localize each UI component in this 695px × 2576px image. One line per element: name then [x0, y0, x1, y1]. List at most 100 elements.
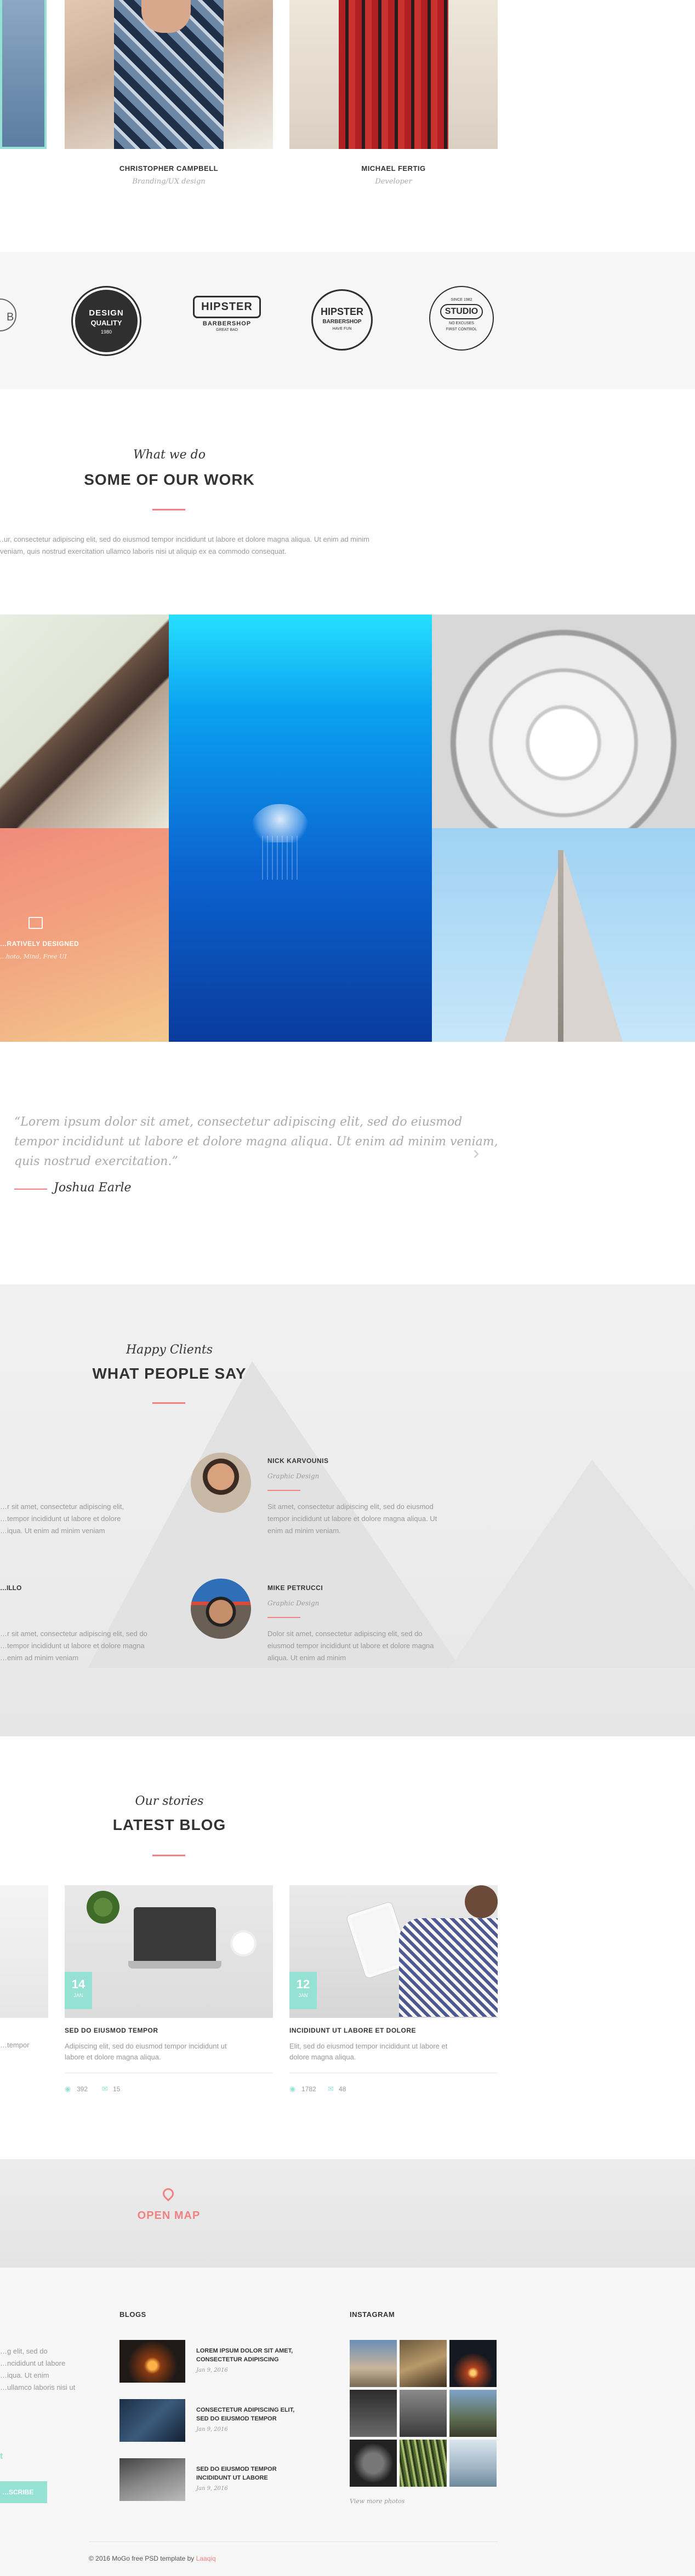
client-text: tempor incididunt ut labore et dolore ma…	[267, 1514, 437, 1523]
blog-excerpt-partial: …tempor	[0, 2041, 30, 2049]
portfolio-jellyfish[interactable]	[169, 615, 432, 1042]
client-text-partial: …tempor incididunt ut labore et dolore m…	[0, 1642, 145, 1650]
logo-text: BARBERSHOP	[322, 319, 362, 325]
logo-text: DESIGN	[89, 308, 124, 318]
team-member-name: CHRISTOPHER CAMPBELL	[119, 164, 219, 173]
client-text: eiusmod tempor incididunt ut labore et d…	[267, 1642, 434, 1650]
footer-blog-title[interactable]: SED DO EIUSMOD TEMPOR	[196, 2416, 277, 2422]
footer-blog-title[interactable]: LOREM IPSUM DOLOR SIT AMET,	[196, 2348, 293, 2354]
instagram-photo[interactable]	[400, 2440, 447, 2487]
logo-text: GREAT BAD	[216, 328, 238, 332]
client-text-partial: …iqua. Ut enim ad minim veniam	[0, 1527, 105, 1535]
instagram-photo[interactable]	[350, 2340, 397, 2387]
quote-author: Joshua Earle	[54, 1181, 132, 1195]
blog-post-excerpt: dolore magna aliqua.	[289, 2053, 356, 2061]
blog-subtitle: Our stories	[135, 1794, 204, 1808]
open-map-button[interactable]: OPEN MAP	[114, 2210, 224, 2222]
work-subtitle: What we do	[133, 448, 206, 462]
view-more-photos-link[interactable]: View more photos	[350, 2498, 405, 2505]
clients-subtitle: Happy Clients	[126, 1343, 213, 1357]
client-text: aliqua. Ut enim ad minim	[267, 1654, 346, 1662]
instagram-photo[interactable]	[449, 2340, 497, 2387]
footer-blog-thumb[interactable]	[119, 2399, 185, 2442]
image-icon	[29, 917, 43, 929]
blog-date-badge: 12 JAN	[289, 1972, 317, 2009]
quote-author-line	[14, 1189, 47, 1190]
social-icon[interactable]: t	[0, 2452, 3, 2462]
work-intro-text: veniam, quis nostrud exercitation ullamc…	[0, 547, 287, 555]
portfolio-skyscraper[interactable]	[432, 828, 695, 1042]
team-member-name: MICHAEL FERTIG	[361, 164, 426, 173]
subscribe-button[interactable]: …SCRIBE	[0, 2481, 47, 2503]
logo-text: HAVE FUN	[332, 327, 352, 331]
client-text-partial: …tempor incididunt ut labore et dolore	[0, 1514, 121, 1523]
blog-date-day: 12	[296, 1977, 310, 1991]
map-bar[interactable]	[0, 2159, 695, 2268]
testimonial-quote: “Lorem ipsum dolor sit amet, consectetur…	[14, 1115, 463, 1129]
brands-strip: B DESIGN QUALITY 1980 HIPSTER BARBERSHOP…	[0, 252, 695, 389]
client-name: MIKE PETRUCCI	[267, 1584, 323, 1592]
copyright-text: © 2016 MoGo free PSD template by	[89, 2555, 195, 2562]
instagram-photo[interactable]	[449, 2390, 497, 2437]
chevron-right-icon[interactable]: ›	[473, 1143, 479, 1164]
footer-blog-title[interactable]: INCIDIDUNT UT LABORE	[196, 2475, 268, 2481]
portfolio-creatively-designed[interactable]: …RATIVELY DESIGNED …hoto, Mind, Free UI	[0, 828, 169, 1042]
blog-post-excerpt: Elit, sed do eiusmod tempor incididunt u…	[289, 2042, 448, 2050]
copyright-author-link[interactable]: Laaqiq	[196, 2555, 216, 2562]
logo-text: QUALITY	[90, 319, 122, 327]
eye-icon: ◉	[289, 2085, 296, 2093]
footer	[0, 2268, 695, 2576]
portfolio-glass-dome[interactable]	[432, 615, 695, 828]
blog-views: 1782	[301, 2085, 316, 2093]
footer-about-text: …iqua. Ut enim	[0, 2371, 49, 2379]
logo-text: STUDIO	[445, 307, 478, 316]
portfolio-overlay-subtitle: …hoto, Mind, Free UI	[0, 953, 67, 960]
blog-image-tablet[interactable]	[289, 1885, 498, 2018]
client-name-partial: …ILLO	[0, 1584, 22, 1592]
portfolio-overlay-title: …RATIVELY DESIGNED	[0, 940, 79, 948]
blog-image-laptop[interactable]	[65, 1885, 273, 2018]
avatar	[191, 1579, 251, 1639]
blog-post-title[interactable]: SED DO EIUSMOD TEMPOR	[65, 2027, 158, 2034]
team-photo-christopher	[65, 0, 273, 149]
footer-instagram-heading: INSTAGRAM	[350, 2310, 395, 2319]
footer-about-text: …g elit, sed do	[0, 2347, 48, 2355]
comment-icon: ✉	[102, 2085, 108, 2093]
footer-blog-title[interactable]: CONSECTETUR ADIPISCING ELIT,	[196, 2407, 294, 2413]
instagram-photo[interactable]	[350, 2390, 397, 2437]
logo-text: NO EXCUSES	[449, 322, 474, 325]
hipster-barbershop-logo: HIPSTER BARBERSHOP GREAT BAD	[193, 296, 261, 348]
footer-blog-thumb[interactable]	[119, 2458, 185, 2501]
client-text: Dolor sit amet, consectetur adipiscing e…	[267, 1630, 423, 1638]
footer-blogs-heading: BLOGS	[119, 2310, 146, 2319]
client-underline	[267, 1617, 300, 1618]
partial-logo-letter: B	[7, 311, 14, 323]
studio-logo: SINCE 1982 STUDIO NO EXCUSES FIRST CONTR…	[429, 286, 494, 351]
instagram-photo[interactable]	[400, 2390, 447, 2437]
blog-image-partial[interactable]	[0, 1885, 48, 2018]
blog-date-month: JAN	[298, 1993, 308, 1998]
comment-icon: ✉	[328, 2085, 334, 2093]
portfolio-architecture-curve[interactable]	[0, 615, 169, 828]
blog-post-title[interactable]: INCIDIDUNT UT LABORE ET DOLORE	[289, 2027, 416, 2034]
blog-date-badge: 14 JAN	[65, 1972, 92, 2009]
avatar	[191, 1453, 251, 1513]
instagram-photo[interactable]	[350, 2440, 397, 2487]
client-text-partial: …r sit amet, consectetur adipiscing elit…	[0, 1502, 124, 1511]
blog-title: LATEST BLOG	[112, 1816, 226, 1833]
work-title: SOME OF OUR WORK	[84, 471, 255, 488]
footer-blog-title[interactable]: SED DO EIUSMOD TEMPOR	[196, 2466, 277, 2472]
copyright: © 2016 MoGo free PSD template by Laaqiq	[89, 2555, 216, 2562]
footer-about-text: …ncididunt ut labore	[0, 2359, 66, 2367]
footer-about-text: …ullamco laboris nisi ut	[0, 2383, 76, 2391]
client-role: Graphic Design	[267, 1472, 320, 1480]
blog-post-excerpt: labore et dolore magna aliqua.	[65, 2053, 161, 2061]
instagram-photo[interactable]	[449, 2440, 497, 2487]
design-quality-logo: DESIGN QUALITY 1980	[73, 288, 140, 354]
footer-blog-thumb[interactable]	[119, 2340, 185, 2383]
instagram-photo[interactable]	[400, 2340, 447, 2387]
logo-text: SINCE 1982	[451, 298, 472, 302]
footer-blog-title[interactable]: CONSECTETUR ADIPISCING	[196, 2356, 279, 2363]
client-text-partial: …r sit amet, consectetur adipiscing elit…	[0, 1630, 147, 1638]
title-underline	[152, 509, 185, 510]
